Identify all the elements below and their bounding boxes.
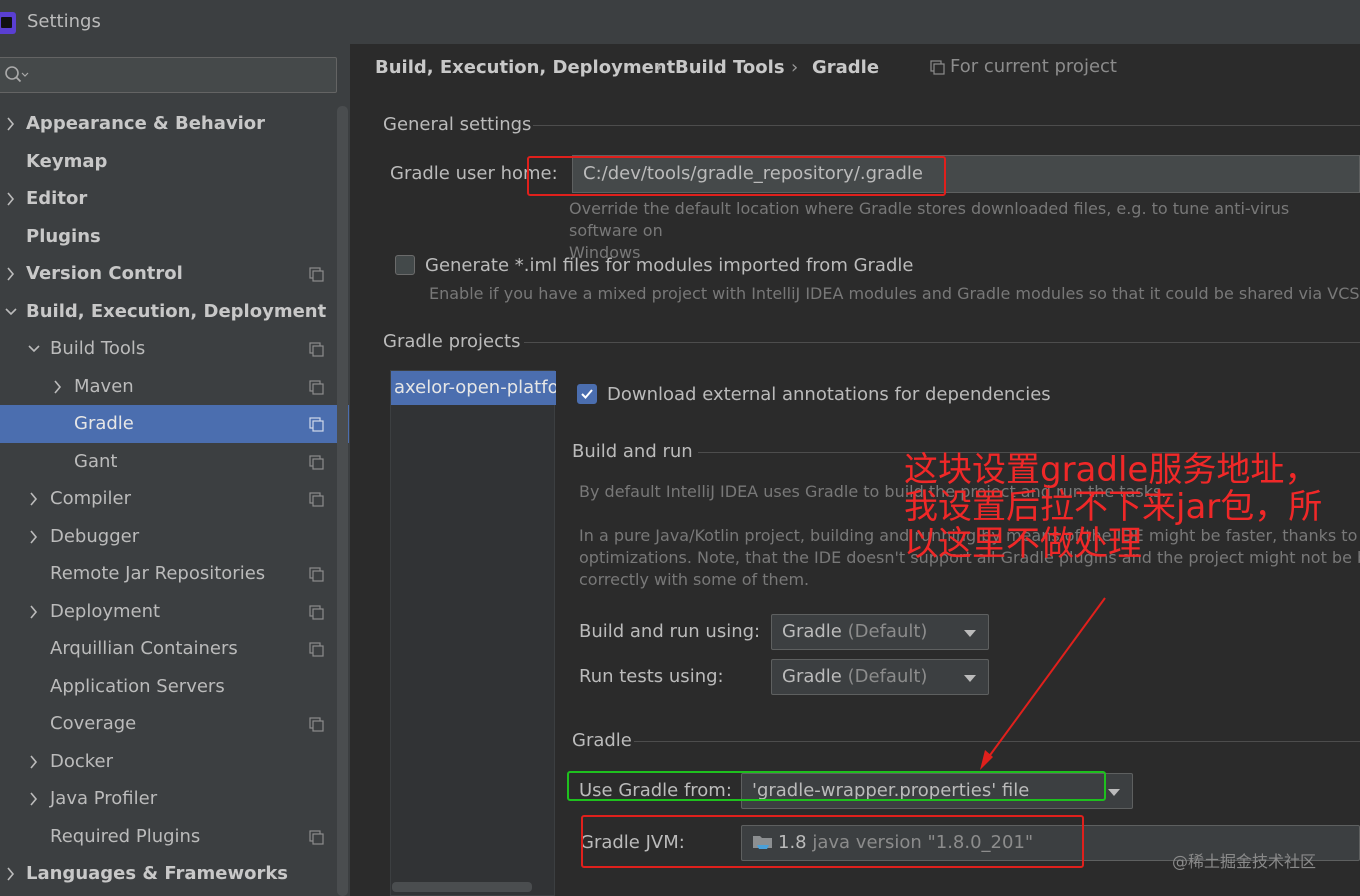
annotation-line: 这块设置gradle服务地址， xyxy=(904,450,1319,490)
annotation-arrow-icon xyxy=(980,597,1106,770)
annotation-line: 我设置后拉不下来jar包，所 xyxy=(904,487,1323,527)
annotation-line: 以这里不做处理 xyxy=(904,524,1142,564)
annotation-note: 这块设置gradle服务地址， 我设置后拉不下来jar包，所 以这里不做处理 xyxy=(904,452,1354,563)
watermark: @稀土掘金技术社区 xyxy=(1172,852,1317,871)
